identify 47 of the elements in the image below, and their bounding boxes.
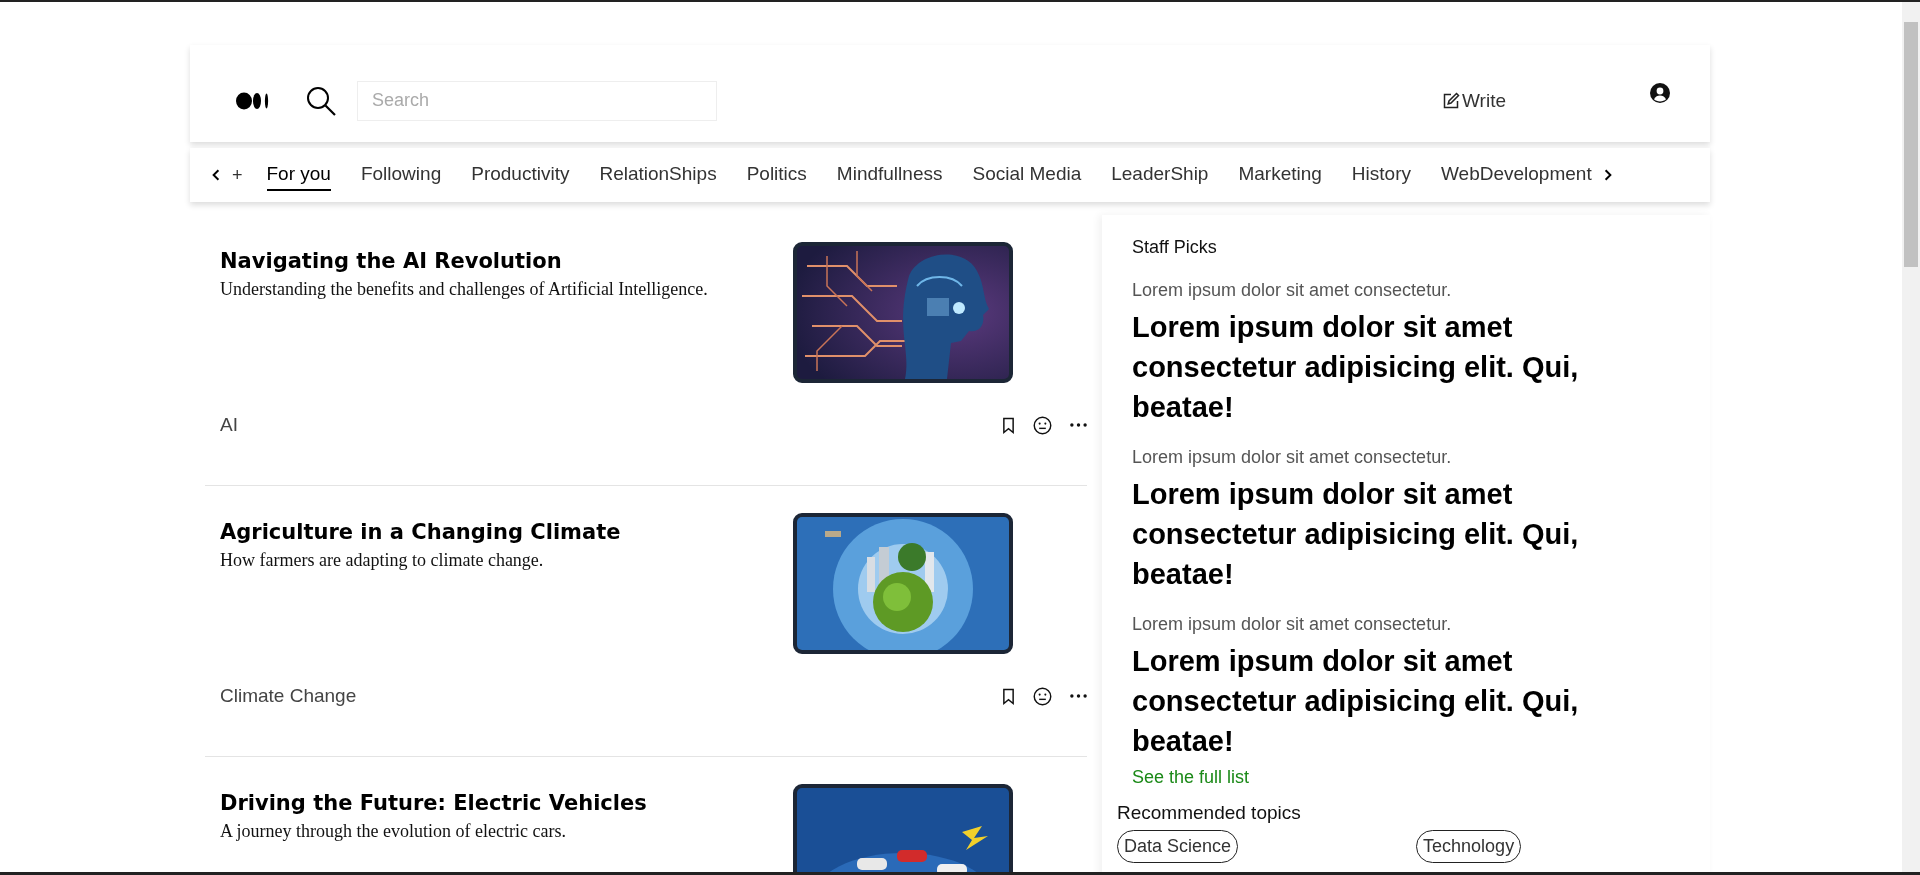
- topic-tab[interactable]: Mindfullness: [836, 159, 943, 191]
- topic-tab[interactable]: RelationShips: [599, 159, 717, 191]
- full-list-link[interactable]: See the full list: [1132, 767, 1710, 788]
- topic-chip[interactable]: Data Science: [1117, 830, 1239, 863]
- more-icon[interactable]: [1070, 423, 1087, 427]
- topic-tab[interactable]: Following: [360, 159, 442, 191]
- bookmark-icon[interactable]: [1002, 687, 1015, 705]
- article-title[interactable]: Navigating the AI Revolution: [220, 249, 793, 273]
- pick-kicker: Lorem ipsum dolor sit amet consectetur.: [1132, 614, 1453, 635]
- article-subtitle: How farmers are adapting to climate change.: [220, 550, 545, 571]
- topic-tab[interactable]: For you: [266, 159, 331, 191]
- section-title: Recommended topics: [1117, 802, 1302, 824]
- chevron-right-icon[interactable]: [1603, 169, 1612, 181]
- topic-tag[interactable]: Climate Change: [220, 685, 357, 707]
- write-link[interactable]: Write: [1442, 89, 1506, 112]
- article-title[interactable]: Agriculture in a Changing Climate: [220, 520, 793, 544]
- topic-tab[interactable]: Productivity: [471, 159, 570, 191]
- bookmark-icon[interactable]: [1002, 416, 1015, 434]
- pick-headline[interactable]: Lorem ipsum dolor sit amet consectetur adipisicing elit. Qui, beatae!: [1132, 474, 1632, 594]
- account-icon[interactable]: [1650, 83, 1670, 103]
- topic-tab[interactable]: Politics: [746, 159, 807, 191]
- topic-chip[interactable]: Technology: [1416, 830, 1522, 863]
- search-field[interactable]: Search: [357, 80, 717, 121]
- topic-tab[interactable]: Marketing: [1238, 159, 1322, 191]
- chevron-left-icon[interactable]: [212, 169, 220, 181]
- neutral-face-icon[interactable]: [1033, 415, 1052, 435]
- topic-tab[interactable]: History: [1351, 159, 1411, 191]
- pick-headline[interactable]: Lorem ipsum dolor sit amet consectetur adipisicing elit. Qui, beatae!: [1132, 307, 1632, 427]
- topic-tag[interactable]: AI: [220, 414, 238, 436]
- article-title[interactable]: Driving the Future: Electric Vehicles: [220, 791, 793, 815]
- pick-kicker: Lorem ipsum dolor sit amet consectetur.: [1132, 280, 1453, 301]
- add-topic-button[interactable]: +: [232, 164, 243, 186]
- article-subtitle: A journey through the evolution of electric cars.: [220, 821, 567, 842]
- more-icon[interactable]: [1070, 694, 1087, 698]
- logo-icon[interactable]: [236, 91, 270, 110]
- neutral-face-icon[interactable]: [1033, 686, 1052, 706]
- topic-tab[interactable]: WebDevelopment: [1441, 159, 1592, 191]
- scrollbar[interactable]: [1902, 2, 1920, 872]
- scrollbar-thumb[interactable]: [1904, 22, 1918, 267]
- pick-kicker: Lorem ipsum dolor sit amet consectetur.: [1132, 447, 1453, 468]
- edit-icon: [1442, 91, 1460, 110]
- topic-tab[interactable]: Social Media: [972, 159, 1082, 191]
- search-icon[interactable]: [305, 84, 337, 117]
- pick-headline[interactable]: Lorem ipsum dolor sit amet consectetur adipisicing elit. Qui, beatae!: [1132, 641, 1632, 761]
- section-title: Staff Picks: [1132, 237, 1218, 258]
- topic-tab[interactable]: LeaderShip: [1111, 159, 1209, 191]
- article-subtitle: Understanding the benefits and challenges of Artificial Intelligence.: [220, 279, 709, 300]
